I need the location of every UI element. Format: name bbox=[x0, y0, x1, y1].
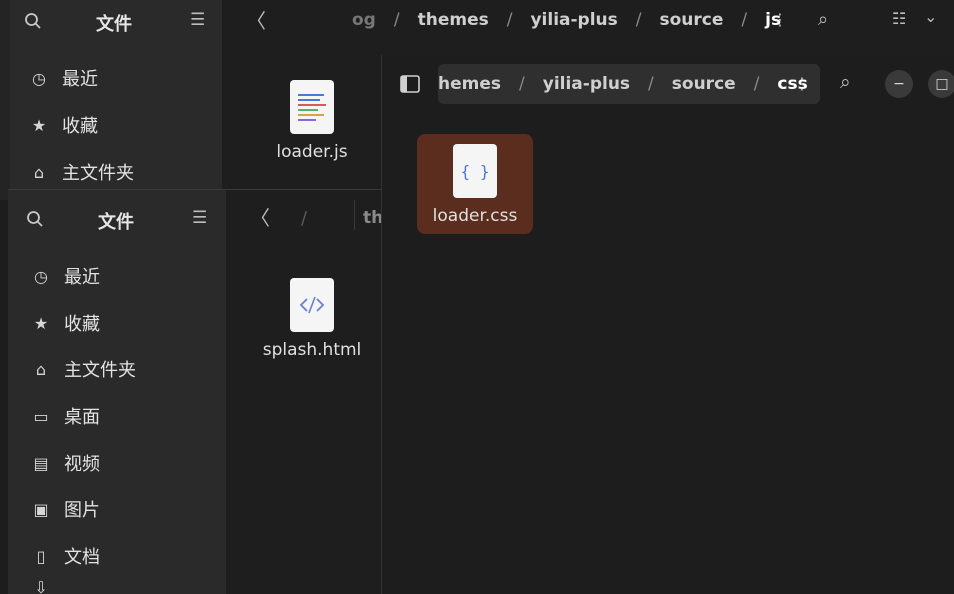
files-window-middle: 文件 ☰ ◷ 最近 ★ 收藏 ⌂ 主文件夹 ▭ 桌面 ▤ 视频 ▣ 图片 ▯ 文… bbox=[8, 190, 398, 594]
sidebar-item-label: 桌面 bbox=[64, 407, 100, 428]
breadcrumb-separator: / bbox=[301, 208, 308, 229]
breadcrumb-item[interactable]: yilia-plus bbox=[543, 74, 630, 94]
download-icon: ⇩ bbox=[34, 580, 48, 594]
sidebar-item-documents[interactable]: ▯ 文档 bbox=[30, 538, 100, 574]
code-file-icon bbox=[290, 278, 334, 332]
file-name: loader.css bbox=[432, 206, 518, 226]
maximize-button[interactable]: □ bbox=[928, 70, 954, 98]
image-icon: ▣ bbox=[33, 499, 49, 519]
star-icon: ★ bbox=[31, 115, 47, 135]
back-arrow-icon[interactable]: 〈 bbox=[246, 11, 266, 31]
file-name: loader.js bbox=[276, 142, 348, 162]
sidebar-item-pictures[interactable]: ▣ 图片 bbox=[30, 491, 100, 527]
file-item[interactable]: { } loader.css bbox=[415, 144, 535, 226]
chevron-down-icon[interactable]: ⌄ bbox=[924, 9, 937, 25]
search-icon[interactable] bbox=[24, 12, 42, 33]
files-window-front: hemes / yilia-plus / source / css ⋮ ⌕ − … bbox=[381, 55, 954, 594]
path-bar[interactable]: hemes / yilia-plus / source / css ⋮ bbox=[438, 64, 820, 104]
video-icon: ▤ bbox=[33, 453, 49, 473]
breadcrumb-item[interactable]: yilia-plus bbox=[530, 10, 617, 30]
file-item[interactable]: splash.html bbox=[252, 278, 372, 360]
sidebar: 文件 ☰ ◷ 最近 ★ 收藏 ⌂ 主文件夹 ▭ 桌面 ▤ 视频 ▣ 图片 ▯ 文… bbox=[8, 190, 226, 594]
more-options-icon[interactable]: ⋮ bbox=[794, 76, 810, 92]
sidebar-item-label: 收藏 bbox=[64, 314, 100, 335]
sidebar: 文件 ☰ ◷ 最近 ★ 收藏 ⌂ 主文件夹 bbox=[10, 0, 222, 200]
breadcrumb-item[interactable]: themes bbox=[418, 10, 489, 30]
sidebar-item-label: 主文件夹 bbox=[64, 360, 136, 381]
sidebar-item-starred[interactable]: ★ 收藏 bbox=[28, 107, 98, 143]
breadcrumb: hemes / yilia-plus / source / css bbox=[438, 74, 808, 94]
sidebar-item-home[interactable]: ⌂ 主文件夹 bbox=[30, 351, 136, 387]
sidebar-toggle-icon[interactable] bbox=[400, 75, 420, 96]
file-name: splash.html bbox=[262, 340, 362, 360]
search-icon[interactable]: ⌕ bbox=[818, 11, 828, 29]
desktop-icon: ▭ bbox=[33, 406, 49, 426]
svg-text:{ }: { } bbox=[461, 162, 490, 181]
sidebar-title: 文件 bbox=[96, 14, 132, 35]
menu-icon[interactable]: ☰ bbox=[190, 12, 205, 29]
sidebar-item-recent[interactable]: ◷ 最近 bbox=[30, 258, 100, 294]
search-icon[interactable] bbox=[26, 210, 44, 231]
sidebar-title: 文件 bbox=[98, 212, 134, 233]
clock-icon: ◷ bbox=[32, 68, 46, 88]
sidebar-item-home[interactable]: ⌂ 主文件夹 bbox=[28, 154, 134, 190]
sidebar-item-label: 最近 bbox=[62, 69, 98, 90]
menu-icon[interactable]: ☰ bbox=[192, 210, 207, 227]
breadcrumb-item[interactable]: hemes bbox=[438, 74, 501, 94]
breadcrumb-item[interactable]: source bbox=[672, 74, 736, 94]
file-item[interactable]: loader.js bbox=[252, 80, 372, 162]
css-file-icon: { } bbox=[453, 144, 497, 198]
sidebar-item-label: 图片 bbox=[64, 500, 100, 521]
document-icon: ▯ bbox=[36, 546, 46, 566]
clock-icon: ◷ bbox=[34, 266, 48, 286]
sidebar-item-desktop[interactable]: ▭ 桌面 bbox=[30, 398, 100, 434]
sidebar-item-label: 主文件夹 bbox=[62, 163, 134, 184]
back-arrow-icon[interactable]: 〈 bbox=[250, 208, 270, 228]
home-icon: ⌂ bbox=[35, 359, 47, 379]
breadcrumb-item[interactable]: og bbox=[352, 10, 376, 30]
sidebar-item-label: 文档 bbox=[64, 547, 100, 568]
breadcrumb: og / themes / yilia-plus / source / js bbox=[352, 10, 782, 30]
sidebar-item-videos[interactable]: ▤ 视频 bbox=[30, 445, 100, 481]
content-area: 〈 / th splash.html bbox=[226, 190, 398, 594]
sidebar-item-recent[interactable]: ◷ 最近 bbox=[28, 60, 98, 96]
list-view-icon[interactable]: ☷ bbox=[892, 11, 906, 27]
sidebar-item-label: 视频 bbox=[64, 454, 100, 475]
divider bbox=[354, 200, 355, 230]
more-options-icon[interactable]: ⋮ bbox=[772, 12, 788, 28]
home-icon: ⌂ bbox=[33, 162, 45, 182]
minimize-button[interactable]: − bbox=[885, 70, 913, 98]
sidebar-item-label: 收藏 bbox=[62, 116, 98, 137]
text-file-icon bbox=[290, 80, 334, 134]
search-icon[interactable]: ⌕ bbox=[840, 73, 851, 92]
sidebar-item-starred[interactable]: ★ 收藏 bbox=[30, 305, 100, 341]
breadcrumb-item[interactable]: source bbox=[660, 10, 724, 30]
star-icon: ★ bbox=[33, 313, 49, 333]
sidebar-item-label: 最近 bbox=[64, 267, 100, 288]
sidebar-item-partial[interactable]: ⇩ bbox=[30, 580, 64, 594]
